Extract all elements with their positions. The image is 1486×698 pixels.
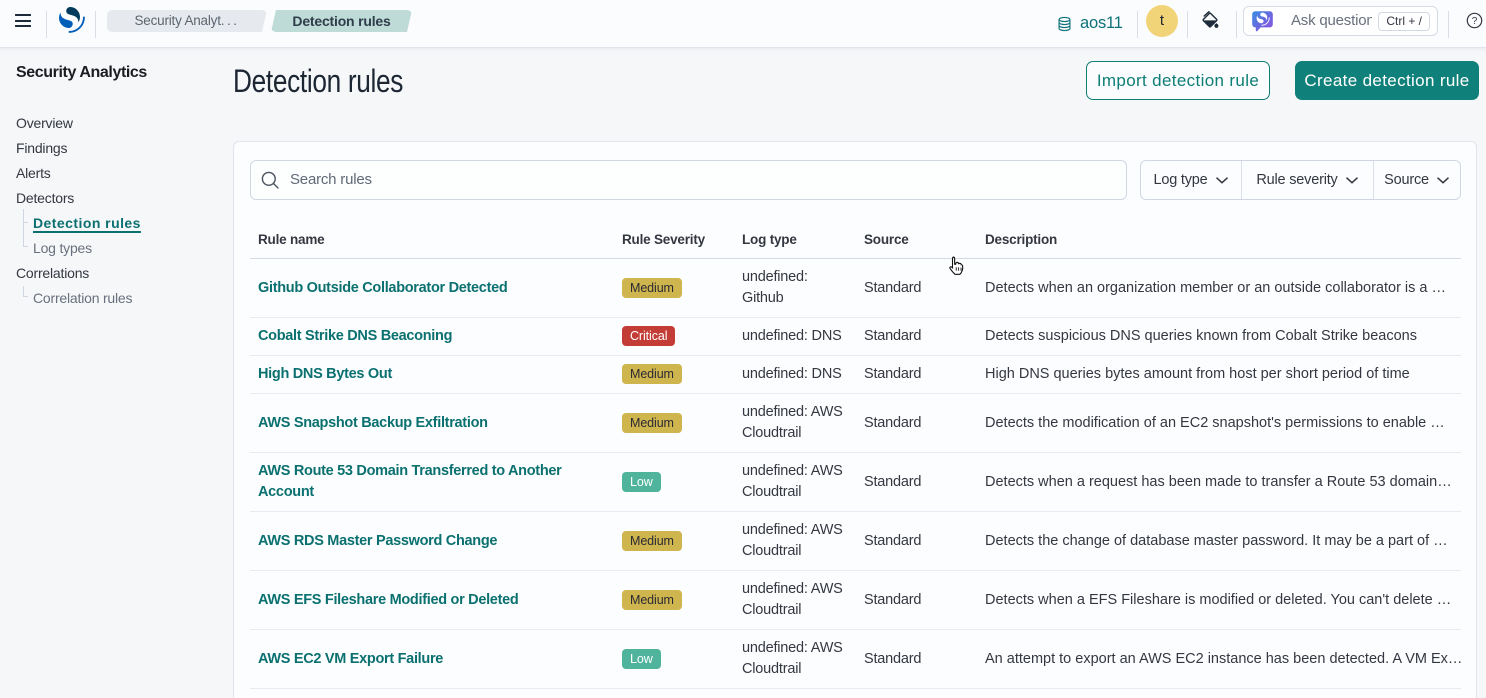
- svg-text:?: ?: [1472, 16, 1478, 27]
